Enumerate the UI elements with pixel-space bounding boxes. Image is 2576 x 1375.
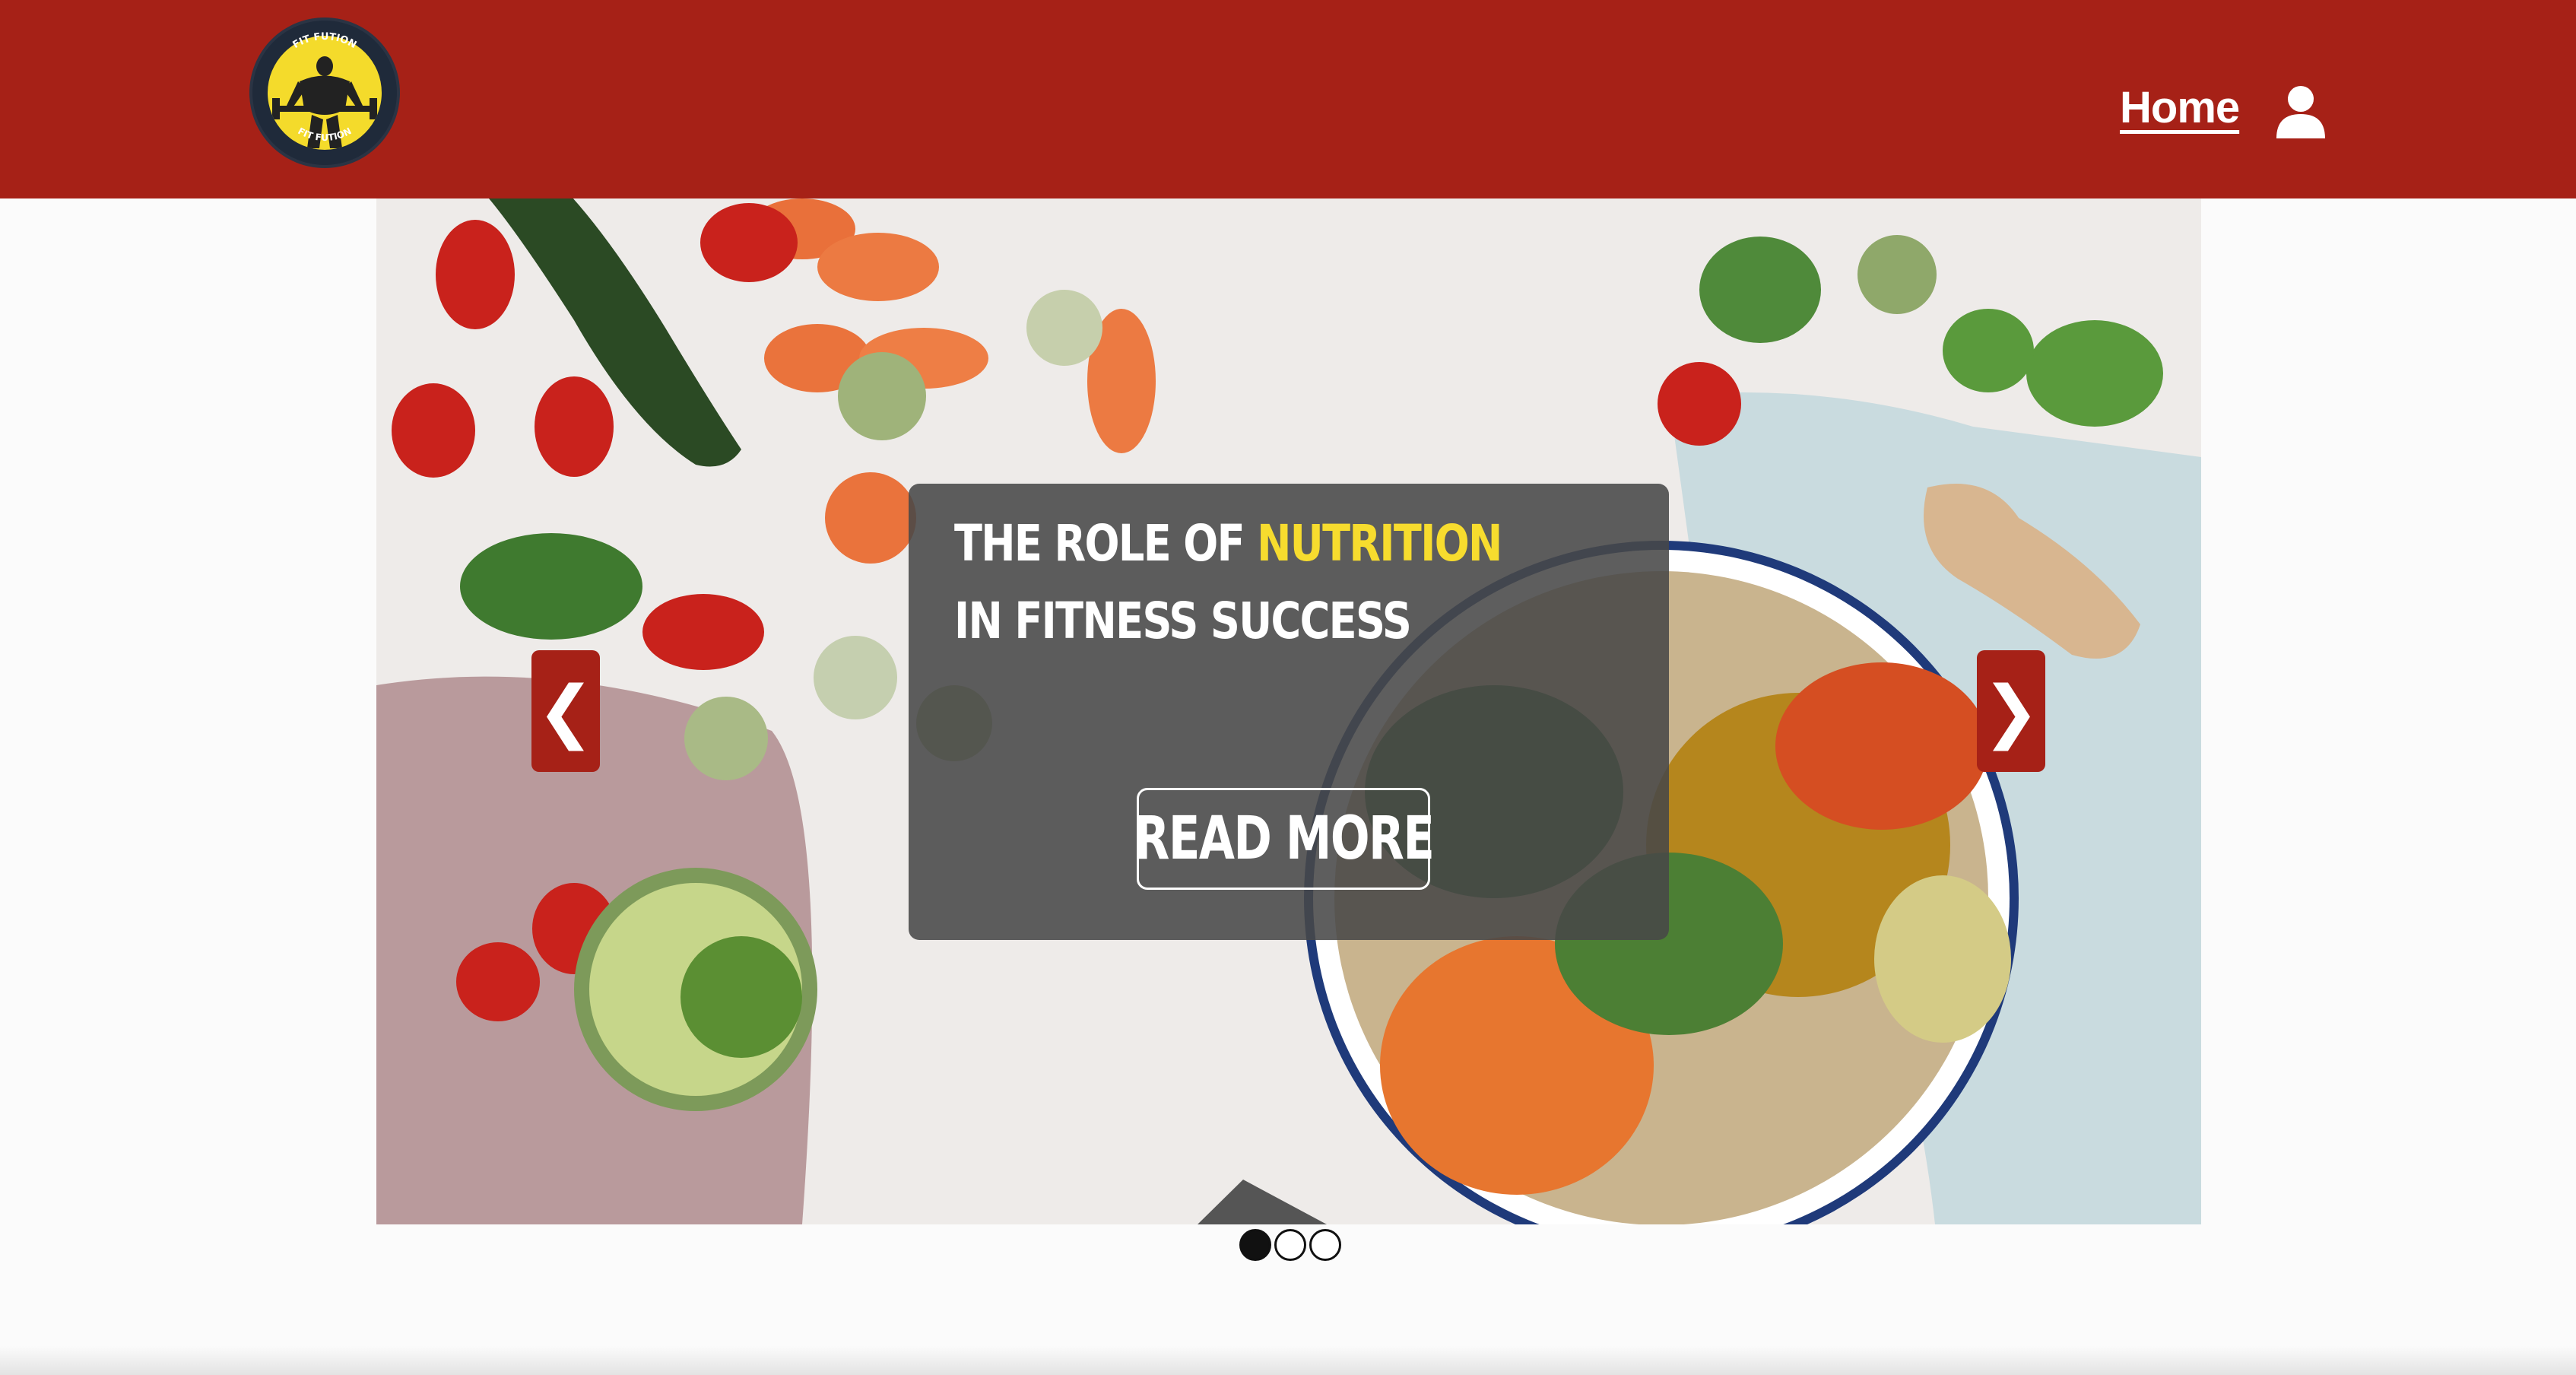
site-header: FIT FUTION FIT FUTION Home xyxy=(0,0,2576,198)
chevron-right-icon: ❯ xyxy=(1982,671,2040,751)
read-more-button[interactable]: READ MORE xyxy=(1134,788,1434,890)
svg-text:FIT FUTION: FIT FUTION xyxy=(291,31,359,51)
carousel-indicators xyxy=(1239,1224,1341,1261)
page-bottom-edge xyxy=(0,1346,2576,1375)
slide-title-highlight: NUTRITION xyxy=(1257,514,1502,573)
fit-fution-logo[interactable]: FIT FUTION FIT FUTION xyxy=(252,21,397,165)
user-icon[interactable] xyxy=(2273,84,2328,138)
nav-home-link[interactable]: Home xyxy=(2120,78,2240,138)
carousel-dot-3[interactable] xyxy=(1309,1229,1341,1261)
svg-text:FIT FUTION: FIT FUTION xyxy=(296,125,353,143)
carousel-dot-1[interactable] xyxy=(1239,1229,1271,1261)
chevron-left-icon: ❮ xyxy=(537,671,595,751)
slide-title: THE ROLE OF NUTRITION IN FITNESS SUCCESS xyxy=(954,514,1502,650)
hero-carousel: THE ROLE OF NUTRITION IN FITNESS SUCCESS… xyxy=(376,198,2201,1224)
carousel-next-button[interactable]: ❯ xyxy=(1977,650,2045,772)
carousel-prev-button[interactable]: ❮ xyxy=(531,650,600,772)
slide-caption: THE ROLE OF NUTRITION IN FITNESS SUCCESS… xyxy=(909,484,1669,940)
logo-ring: FIT FUTION FIT FUTION xyxy=(291,31,359,143)
carousel-dot-2[interactable] xyxy=(1274,1229,1306,1261)
